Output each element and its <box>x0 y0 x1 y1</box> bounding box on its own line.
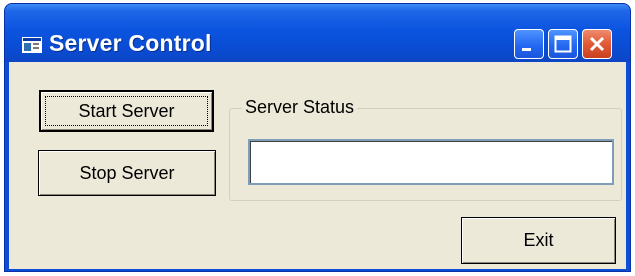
minimize-icon <box>522 48 531 51</box>
server-status-legend: Server Status <box>242 97 358 118</box>
exit-label: Exit <box>523 230 554 250</box>
server-status-field[interactable] <box>248 139 614 185</box>
start-server-label: Start Server <box>78 100 175 121</box>
window-client-area: Start Server Stop Server Server Status E… <box>9 62 626 269</box>
close-icon <box>589 36 605 52</box>
close-button[interactable] <box>582 29 612 59</box>
stop-server-label: Stop Server <box>79 162 175 183</box>
exit-button[interactable]: Exit <box>461 217 616 264</box>
server-control-window: Server Control Start Server Stop Server <box>4 3 631 272</box>
window-title: Server Control <box>49 30 212 56</box>
app-icon <box>22 37 42 53</box>
minimize-button[interactable] <box>514 29 544 59</box>
maximize-button[interactable] <box>548 29 578 59</box>
maximize-icon <box>554 35 572 53</box>
stop-server-button[interactable]: Stop Server <box>38 150 216 196</box>
start-server-button[interactable]: Start Server <box>39 90 214 132</box>
title-bar[interactable]: Server Control <box>5 4 630 62</box>
